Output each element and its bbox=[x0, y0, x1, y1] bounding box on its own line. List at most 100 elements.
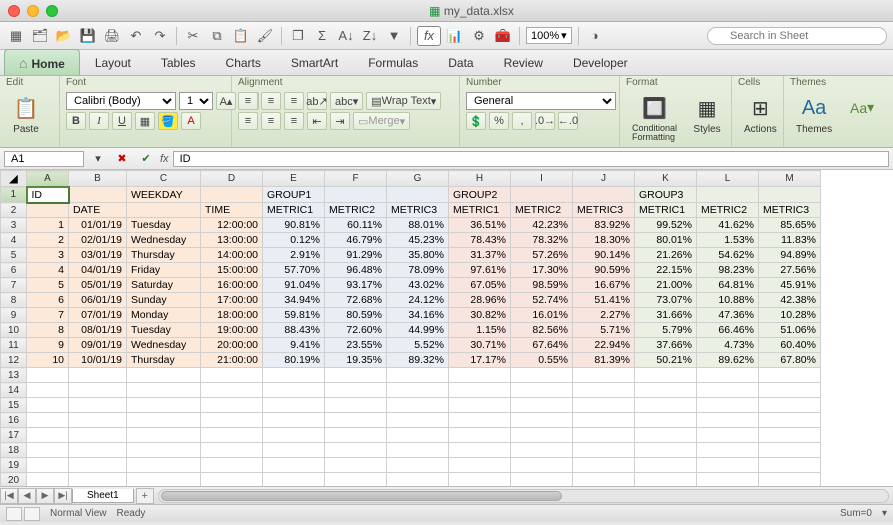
currency-icon[interactable]: 💲 bbox=[466, 112, 486, 130]
cell[interactable] bbox=[27, 428, 69, 443]
cell[interactable] bbox=[69, 473, 127, 487]
cell[interactable] bbox=[697, 398, 759, 413]
paste-button[interactable]: 📋 Paste bbox=[6, 92, 46, 137]
cell[interactable]: 60.11% bbox=[325, 218, 387, 233]
cell[interactable]: GROUP1 bbox=[263, 187, 325, 203]
table-row[interactable]: 11909/01/19Wednesday20:00:009.41%23.55%5… bbox=[1, 338, 821, 353]
cell[interactable] bbox=[759, 428, 821, 443]
table-row[interactable]: 7505/01/19Saturday16:00:0091.04%93.17%43… bbox=[1, 278, 821, 293]
table-row[interactable]: 4202/01/19Wednesday13:00:000.12%46.79%45… bbox=[1, 233, 821, 248]
cell[interactable] bbox=[511, 368, 573, 383]
cell[interactable]: 17:00:00 bbox=[201, 293, 263, 308]
cell[interactable] bbox=[511, 383, 573, 398]
cell[interactable]: 22.15% bbox=[635, 263, 697, 278]
cell[interactable]: 44.99% bbox=[387, 323, 449, 338]
cell[interactable]: 16.01% bbox=[511, 308, 573, 323]
copy-icon[interactable]: ⧉ bbox=[207, 26, 227, 46]
cell[interactable]: 93.17% bbox=[325, 278, 387, 293]
redo-icon[interactable]: ↷ bbox=[150, 26, 170, 46]
cell[interactable]: 78.09% bbox=[387, 263, 449, 278]
cell[interactable] bbox=[759, 368, 821, 383]
cell[interactable]: 80.01% bbox=[635, 233, 697, 248]
cell[interactable]: 5.52% bbox=[387, 338, 449, 353]
cell[interactable] bbox=[759, 473, 821, 487]
tab-charts[interactable]: Charts bbox=[211, 50, 276, 75]
cell[interactable]: DATE bbox=[69, 203, 127, 218]
help-button-icon[interactable]: ◑ bbox=[585, 26, 605, 46]
italic-button[interactable]: I bbox=[89, 112, 109, 130]
fill-color-button[interactable]: 🪣 bbox=[158, 112, 178, 130]
cell[interactable] bbox=[69, 368, 127, 383]
cell[interactable]: METRIC1 bbox=[635, 203, 697, 218]
cell[interactable]: 1.15% bbox=[449, 323, 511, 338]
cell[interactable]: 10 bbox=[27, 353, 69, 368]
align-bottom-icon[interactable]: ≡ bbox=[284, 92, 304, 110]
cell[interactable]: 37.66% bbox=[635, 338, 697, 353]
show-hide-icon[interactable]: ❐ bbox=[288, 26, 308, 46]
cell[interactable]: 21.00% bbox=[635, 278, 697, 293]
row-header[interactable]: 13 bbox=[1, 368, 27, 383]
fx-icon[interactable]: fx bbox=[417, 26, 441, 46]
cell[interactable] bbox=[201, 443, 263, 458]
cell[interactable] bbox=[573, 473, 635, 487]
cell[interactable]: GROUP2 bbox=[449, 187, 511, 203]
cell[interactable]: METRIC1 bbox=[449, 203, 511, 218]
col-header-H[interactable]: H bbox=[449, 171, 511, 187]
cell[interactable]: 5.71% bbox=[573, 323, 635, 338]
cell[interactable] bbox=[449, 428, 511, 443]
cell[interactable]: 19:00:00 bbox=[201, 323, 263, 338]
row-header[interactable]: 16 bbox=[1, 413, 27, 428]
cell[interactable]: 34.94% bbox=[263, 293, 325, 308]
cell[interactable]: 0.12% bbox=[263, 233, 325, 248]
align-middle-icon[interactable]: ≡ bbox=[261, 92, 281, 110]
cell[interactable] bbox=[697, 413, 759, 428]
next-sheet-button[interactable]: ▶ bbox=[36, 488, 54, 504]
cell[interactable]: 10.28% bbox=[759, 308, 821, 323]
cell[interactable] bbox=[325, 398, 387, 413]
row-header[interactable]: 14 bbox=[1, 383, 27, 398]
cell[interactable] bbox=[697, 368, 759, 383]
cell[interactable] bbox=[201, 428, 263, 443]
cell[interactable]: METRIC3 bbox=[759, 203, 821, 218]
cell[interactable]: ID bbox=[27, 187, 69, 203]
cell[interactable]: 11.83% bbox=[759, 233, 821, 248]
cell[interactable]: 13:00:00 bbox=[201, 233, 263, 248]
cell[interactable]: 98.59% bbox=[511, 278, 573, 293]
row-header[interactable]: 15 bbox=[1, 398, 27, 413]
cell[interactable]: GROUP3 bbox=[635, 187, 697, 203]
cell[interactable]: 18.30% bbox=[573, 233, 635, 248]
cell[interactable] bbox=[27, 398, 69, 413]
cell[interactable]: 96.48% bbox=[325, 263, 387, 278]
cell[interactable]: 17.30% bbox=[511, 263, 573, 278]
cell[interactable]: METRIC2 bbox=[325, 203, 387, 218]
cell[interactable] bbox=[69, 413, 127, 428]
cell[interactable]: 15:00:00 bbox=[201, 263, 263, 278]
cell[interactable]: 1 bbox=[27, 218, 69, 233]
cell[interactable] bbox=[201, 368, 263, 383]
cell[interactable] bbox=[263, 428, 325, 443]
table-row[interactable]: 6404/01/19Friday15:00:0057.70%96.48%78.0… bbox=[1, 263, 821, 278]
file-menu-icon[interactable]: 🗂 bbox=[30, 26, 50, 46]
cell[interactable]: 42.23% bbox=[511, 218, 573, 233]
themes-aa-button[interactable]: Aa▾ bbox=[842, 92, 882, 124]
cell[interactable]: 5 bbox=[27, 278, 69, 293]
formula-bar[interactable] bbox=[173, 151, 889, 167]
table-row[interactable]: 5303/01/19Thursday14:00:002.91%91.29%35.… bbox=[1, 248, 821, 263]
cell[interactable] bbox=[697, 428, 759, 443]
table-row[interactable]: 121010/01/19Thursday21:00:0080.19%19.35%… bbox=[1, 353, 821, 368]
number-format-select[interactable]: General bbox=[466, 92, 616, 110]
cell[interactable] bbox=[27, 413, 69, 428]
minimize-window-button[interactable] bbox=[27, 5, 39, 17]
cell[interactable]: 12:00:00 bbox=[201, 218, 263, 233]
col-header-F[interactable]: F bbox=[325, 171, 387, 187]
row-header[interactable]: 7 bbox=[1, 278, 27, 293]
cell[interactable] bbox=[69, 187, 127, 203]
cell[interactable]: METRIC1 bbox=[263, 203, 325, 218]
cell[interactable] bbox=[449, 413, 511, 428]
cell[interactable]: 80.19% bbox=[263, 353, 325, 368]
cell[interactable]: METRIC3 bbox=[387, 203, 449, 218]
zoom-select[interactable]: 100%▾ bbox=[526, 27, 572, 44]
cell[interactable] bbox=[27, 368, 69, 383]
cell[interactable] bbox=[759, 443, 821, 458]
cell[interactable]: 97.61% bbox=[449, 263, 511, 278]
